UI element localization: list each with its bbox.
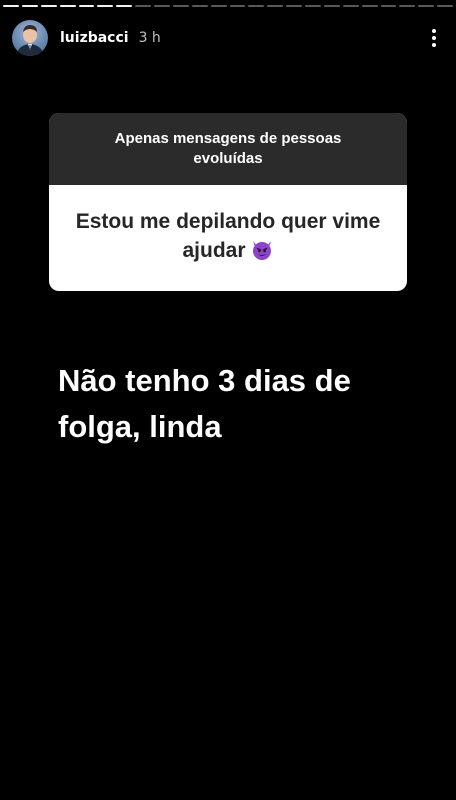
profile-photo <box>12 20 48 56</box>
story-header: luizbacci 3 h <box>12 18 444 58</box>
story-progress-segment <box>305 5 321 7</box>
story-progress-segment <box>342 5 359 7</box>
username[interactable]: luizbacci <box>60 30 129 46</box>
story-progress-segment <box>78 5 95 7</box>
avatar[interactable] <box>12 20 48 56</box>
story-progress-segment <box>97 5 114 7</box>
question-sticker-body: Estou me depilando quer vime ajudar <box>49 185 407 291</box>
story-progress-segment <box>248 5 265 7</box>
story-progress-segment <box>437 5 453 7</box>
story-progress-segment <box>267 5 284 7</box>
story-progress-segment <box>154 5 170 7</box>
question-answer-wrap: Estou me depilando quer vime ajudar <box>73 207 383 269</box>
story-progress-segment <box>116 5 133 7</box>
question-sticker-header: Apenas mensagens de pessoas evoluídas <box>49 113 407 185</box>
story-progress-segment <box>380 5 397 7</box>
smiling-devil-icon <box>250 237 274 269</box>
story-progress-segment <box>286 5 302 7</box>
story-progress-segment <box>191 5 208 7</box>
story-progress-segment <box>3 5 19 7</box>
story-progress-segment <box>229 5 246 7</box>
story-progress-segment <box>210 5 227 7</box>
story-progress-segment <box>59 5 76 7</box>
story-progress-segment <box>323 5 340 7</box>
post-timestamp: 3 h <box>138 30 161 46</box>
story-progress-segment <box>172 5 189 7</box>
story-progress-segment <box>399 5 416 7</box>
story-progress-segment <box>21 5 38 7</box>
story-progress-segment <box>361 5 378 7</box>
story-progress-segment <box>418 5 435 7</box>
question-sticker[interactable]: Apenas mensagens de pessoas evoluídas Es… <box>49 113 407 291</box>
story-progress-segment <box>40 5 57 7</box>
story-progress-segment <box>135 5 151 7</box>
story-progress-bar <box>3 5 453 8</box>
question-prompt: Apenas mensagens de pessoas evoluídas <box>114 130 342 167</box>
more-vertical-icon[interactable] <box>424 24 444 52</box>
question-answer: Estou me depilando quer vime ajudar <box>75 210 381 262</box>
reply-text: Não tenho 3 dias de folga, linda <box>58 363 351 444</box>
